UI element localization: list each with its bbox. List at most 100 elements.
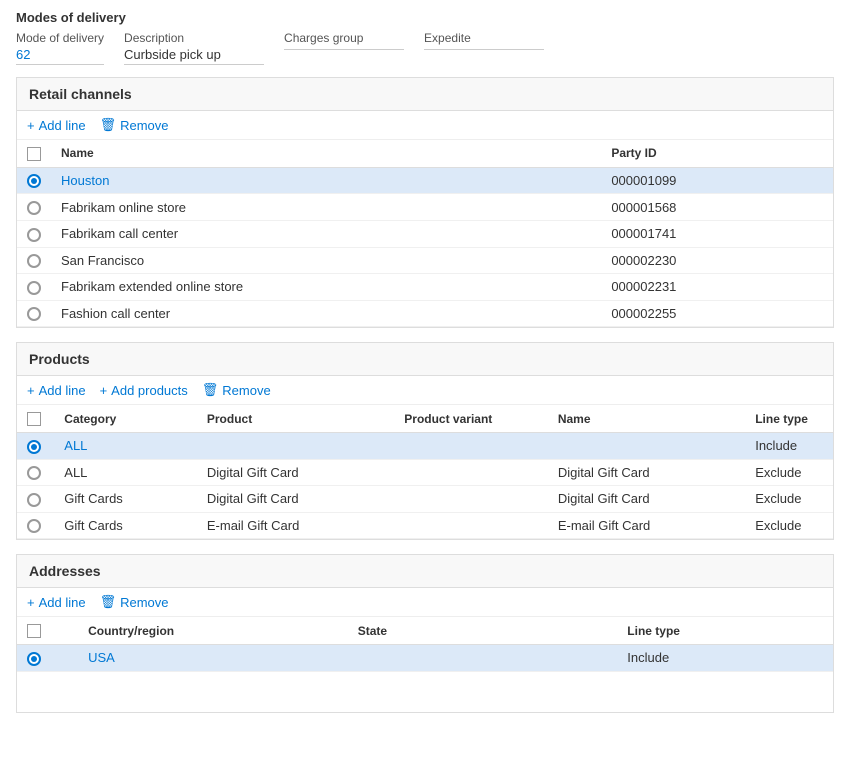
products-add-products-button[interactable]: + Add products xyxy=(100,383,188,398)
row-select-cell[interactable] xyxy=(17,274,51,301)
addresses-add-line-button[interactable]: + Add line xyxy=(27,595,86,610)
row-select-cell[interactable] xyxy=(17,486,54,513)
products-row[interactable]: Gift Cards Digital Gift Card Digital Gif… xyxy=(17,486,833,513)
retail-remove-button[interactable]: 🗑 Remove xyxy=(100,117,169,133)
addresses-row[interactable]: USA Include xyxy=(17,645,833,672)
addresses-header: Addresses xyxy=(17,555,833,588)
row-name: Houston xyxy=(51,167,601,194)
row-name: Digital Gift Card xyxy=(548,459,745,486)
row-radio[interactable] xyxy=(27,440,41,454)
retail-channels-row[interactable]: Fabrikam call center 000001741 xyxy=(17,220,833,247)
addresses-title: Addresses xyxy=(29,563,101,579)
row-party-id: 000001568 xyxy=(601,194,833,221)
charges-value[interactable] xyxy=(284,47,404,50)
row-radio[interactable] xyxy=(27,466,41,480)
row-radio[interactable] xyxy=(27,174,41,188)
expedite-label: Expedite xyxy=(424,31,544,45)
row-name: Fabrikam extended online store xyxy=(51,274,601,301)
plus-icon-3: + xyxy=(100,383,108,398)
category-col-header: Category xyxy=(54,405,197,432)
products-row[interactable]: ALL Include xyxy=(17,433,833,460)
charges-label: Charges group xyxy=(284,31,404,45)
plus-icon-2: + xyxy=(27,383,35,398)
row-radio[interactable] xyxy=(27,307,41,321)
retail-channels-header-row: Name Party ID xyxy=(17,140,833,167)
addresses-remove-button[interactable]: 🗑 Remove xyxy=(100,594,169,610)
modes-title: Modes of delivery xyxy=(16,10,834,25)
products-remove-button[interactable]: 🗑 Remove xyxy=(202,382,271,398)
row-radio[interactable] xyxy=(27,281,41,295)
addresses-select-col xyxy=(17,617,78,644)
row-party-id: 000001099 xyxy=(601,167,833,194)
row-select-cell[interactable] xyxy=(17,247,51,274)
products-select-all-checkbox[interactable] xyxy=(27,412,41,426)
products-select-col xyxy=(17,405,54,432)
row-category: ALL xyxy=(54,433,197,460)
products-header-row: Category Product Product variant Name Li… xyxy=(17,405,833,432)
name-col-header-2: Name xyxy=(548,405,745,432)
products-section: Products + Add line + Add products 🗑 Rem… xyxy=(16,342,834,540)
retail-channels-toolbar: + Add line 🗑 Remove xyxy=(17,111,833,140)
retail-channels-row[interactable]: Fabrikam online store 000001568 xyxy=(17,194,833,221)
row-party-id: 000002231 xyxy=(601,274,833,301)
row-select-cell[interactable] xyxy=(17,433,54,460)
row-name: Fabrikam call center xyxy=(51,220,601,247)
plus-icon-4: + xyxy=(27,595,35,610)
products-add-line-button[interactable]: + Add line xyxy=(27,383,86,398)
row-select-cell[interactable] xyxy=(17,220,51,247)
row-product: Digital Gift Card xyxy=(197,459,394,486)
row-radio[interactable] xyxy=(27,519,41,533)
products-add-products-label: Add products xyxy=(111,383,188,398)
row-select-cell[interactable] xyxy=(17,300,51,327)
products-remove-label: Remove xyxy=(222,383,270,398)
select-all-col xyxy=(17,140,51,167)
retail-channels-table: Name Party ID Houston 000001099 Fabrikam… xyxy=(17,140,833,327)
row-select-cell[interactable] xyxy=(17,645,78,672)
row-party-id: 000002255 xyxy=(601,300,833,327)
row-radio[interactable] xyxy=(27,652,41,666)
row-radio[interactable] xyxy=(27,254,41,268)
row-select-cell[interactable] xyxy=(17,459,54,486)
row-category: Gift Cards xyxy=(54,512,197,539)
addresses-header-row: Country/region State Line type xyxy=(17,617,833,644)
products-row[interactable]: ALL Digital Gift Card Digital Gift Card … xyxy=(17,459,833,486)
name-col-header: Name xyxy=(51,140,601,167)
products-toolbar: + Add line + Add products 🗑 Remove xyxy=(17,376,833,405)
row-variant xyxy=(394,512,548,539)
description-value[interactable]: Curbside pick up xyxy=(124,47,264,65)
addresses-spacer xyxy=(17,672,833,712)
modes-fields: Mode of delivery 62 Description Curbside… xyxy=(16,31,834,65)
products-row[interactable]: Gift Cards E-mail Gift Card E-mail Gift … xyxy=(17,512,833,539)
retail-channels-row[interactable]: Fashion call center 000002255 xyxy=(17,300,833,327)
description-label: Description xyxy=(124,31,264,45)
row-select-cell[interactable] xyxy=(17,512,54,539)
retail-add-line-label: Add line xyxy=(39,118,86,133)
retail-channels-row[interactable]: Houston 000001099 xyxy=(17,167,833,194)
product-variant-col-header: Product variant xyxy=(394,405,548,432)
mode-value[interactable]: 62 xyxy=(16,47,104,65)
expedite-value[interactable] xyxy=(424,47,544,50)
row-select-cell[interactable] xyxy=(17,167,51,194)
addresses-remove-label: Remove xyxy=(120,595,168,610)
country-col-header: Country/region xyxy=(78,617,348,644)
row-name: Digital Gift Card xyxy=(548,486,745,513)
row-party-id: 000001741 xyxy=(601,220,833,247)
party-id-col-header: Party ID xyxy=(601,140,833,167)
retail-channels-row[interactable]: Fabrikam extended online store 000002231 xyxy=(17,274,833,301)
row-variant xyxy=(394,433,548,460)
mode-label: Mode of delivery xyxy=(16,31,104,45)
products-add-line-label: Add line xyxy=(39,383,86,398)
retail-add-line-button[interactable]: + Add line xyxy=(27,118,86,133)
row-select-cell[interactable] xyxy=(17,194,51,221)
retail-channels-row[interactable]: San Francisco 000002230 xyxy=(17,247,833,274)
row-line-type: Include xyxy=(617,645,833,672)
state-col-header: State xyxy=(348,617,618,644)
row-line-type: Include xyxy=(745,433,833,460)
row-line-type: Exclude xyxy=(745,486,833,513)
select-all-checkbox[interactable] xyxy=(27,147,41,161)
row-radio[interactable] xyxy=(27,493,41,507)
addresses-select-all-checkbox[interactable] xyxy=(27,624,41,638)
row-radio[interactable] xyxy=(27,201,41,215)
row-radio[interactable] xyxy=(27,228,41,242)
trash-icon-2: 🗑 xyxy=(202,382,219,398)
